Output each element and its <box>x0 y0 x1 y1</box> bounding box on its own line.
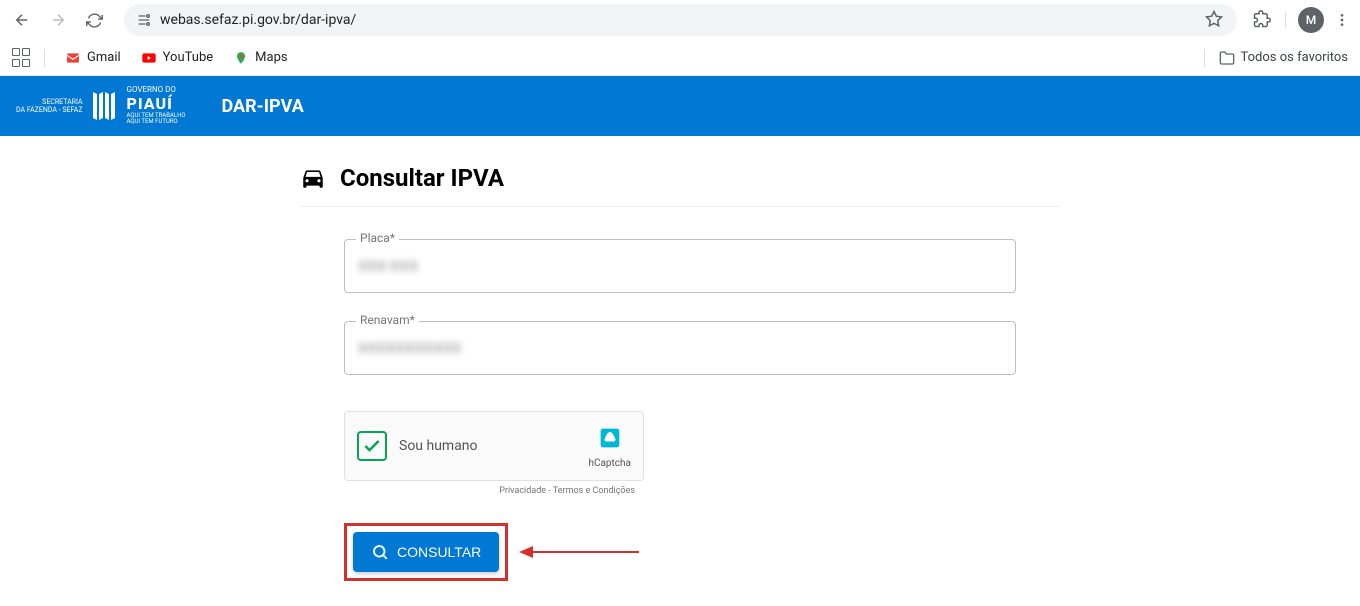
bookmark-maps-label: Maps <box>255 50 287 65</box>
form-area: Placa* XXX-XXX Renavam* XXXXXXXXXXX Sou … <box>300 207 1060 581</box>
nav-reload-button[interactable] <box>80 6 108 34</box>
car-icon <box>300 165 326 191</box>
youtube-icon <box>141 50 157 66</box>
captcha-brand-label: hCaptcha <box>588 458 631 469</box>
renavam-value-blurred: XXXXXXXXXXX <box>358 339 461 357</box>
captcha-links[interactable]: Privacidade - Termos e Condições <box>499 486 635 496</box>
page-content: Consultar IPVA Placa* XXX-XXX Renavam* X… <box>290 164 1070 581</box>
page-title: Consultar IPVA <box>340 164 504 192</box>
consultar-button[interactable]: CONSULTAR <box>353 532 499 572</box>
maps-icon <box>233 50 249 66</box>
arrow-annotation <box>519 542 639 562</box>
hcaptcha-icon <box>596 424 624 452</box>
renavam-label: Renavam* <box>356 313 419 327</box>
placa-label: Placa* <box>356 231 399 245</box>
submit-highlight-annotation: CONSULTAR <box>344 523 508 581</box>
url-text: webas.sefaz.pi.gov.br/dar-ipva/ <box>160 12 1197 28</box>
browser-menu-icon[interactable] <box>1332 10 1352 30</box>
captcha-widget[interactable]: Sou humano hCaptcha Privacidade - Termos… <box>344 411 644 481</box>
apps-icon[interactable] <box>12 48 32 68</box>
bookmark-gmail[interactable]: Gmail <box>57 46 129 70</box>
app-logo: SECRETARIA DA FAZENDA - SEFAZ GOVERNO DO… <box>16 86 186 126</box>
logo-piaui-text: GOVERNO DO PIAUÍ AQUI TEM TRABALHO AQUI … <box>127 86 186 126</box>
browser-toolbar: webas.sefaz.pi.gov.br/dar-ipva/ M <box>0 0 1360 40</box>
all-favorites-label: Todos os favoritos <box>1241 50 1349 65</box>
placa-group: Placa* XXX-XXX <box>344 239 1016 293</box>
page-title-row: Consultar IPVA <box>300 164 1060 207</box>
captcha-text: Sou humano <box>399 438 576 454</box>
nav-back-button[interactable] <box>8 6 36 34</box>
search-icon <box>371 543 389 561</box>
bookmark-youtube[interactable]: YouTube <box>133 46 222 70</box>
bookmark-gmail-label: Gmail <box>87 50 121 65</box>
captcha-brand: hCaptcha <box>588 424 631 469</box>
placa-input[interactable] <box>344 239 1016 293</box>
bookmark-maps[interactable]: Maps <box>225 46 295 70</box>
toolbar-divider <box>1285 12 1286 28</box>
folder-icon <box>1219 50 1235 66</box>
app-title: DAR-IPVA <box>222 96 304 117</box>
profile-avatar[interactable]: M <box>1298 7 1324 33</box>
bookmark-star-icon[interactable] <box>1205 10 1225 30</box>
bookmark-youtube-label: YouTube <box>163 50 214 65</box>
site-info-icon[interactable] <box>136 12 152 28</box>
check-icon <box>362 436 382 456</box>
placa-value-blurred: XXX-XXX <box>358 257 418 275</box>
nav-forward-button[interactable] <box>44 6 72 34</box>
piaui-flag-icon <box>91 90 119 122</box>
captcha-checkbox[interactable] <box>357 431 387 461</box>
renavam-group: Renavam* XXXXXXXXXXX <box>344 321 1016 375</box>
url-bar[interactable]: webas.sefaz.pi.gov.br/dar-ipva/ <box>124 4 1237 36</box>
logo-secretaria: SECRETARIA DA FAZENDA - SEFAZ <box>16 98 83 115</box>
bookmark-divider-right <box>1204 49 1205 67</box>
all-favorites-button[interactable]: Todos os favoritos <box>1196 49 1349 67</box>
extensions-icon[interactable] <box>1253 10 1273 30</box>
consultar-label: CONSULTAR <box>397 544 481 560</box>
app-header: SECRETARIA DA FAZENDA - SEFAZ GOVERNO DO… <box>0 76 1360 136</box>
bookmarks-bar: Gmail YouTube Maps Todos os favoritos <box>0 40 1360 76</box>
bookmark-divider <box>44 49 45 67</box>
gmail-icon <box>65 50 81 66</box>
